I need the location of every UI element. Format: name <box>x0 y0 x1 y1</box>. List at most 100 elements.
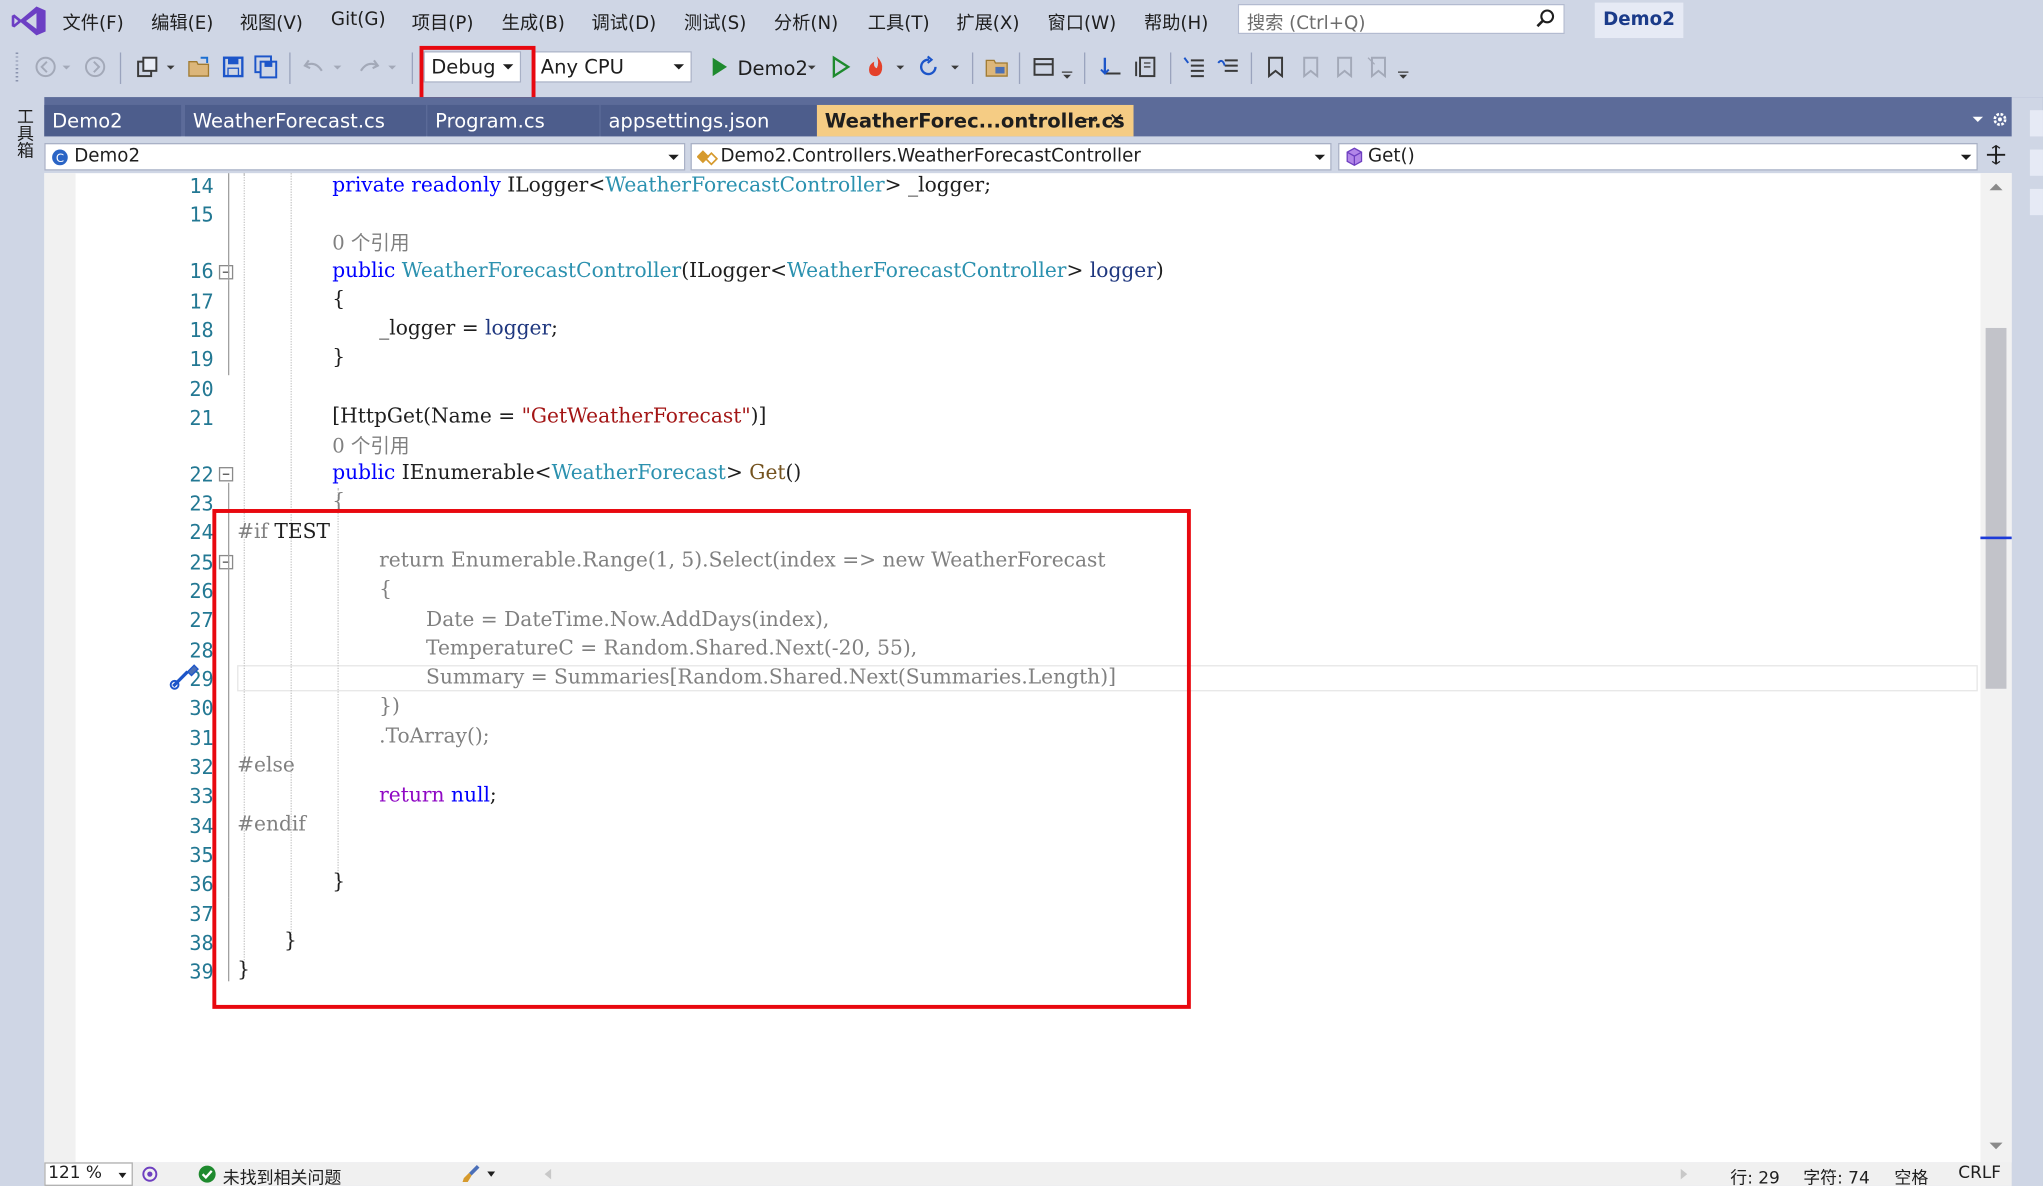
open-file-icon[interactable] <box>188 55 211 79</box>
menu-extensions[interactable]: 扩展(X) <box>956 9 1019 35</box>
new-project-icon[interactable] <box>136 55 159 79</box>
hot-reload-dropdown-icon[interactable] <box>894 55 907 79</box>
search-input[interactable]: 搜索 (Ctrl+Q) <box>1237 3 1565 34</box>
previous-bookmark-icon[interactable] <box>1298 55 1321 79</box>
quick-actions-screwdriver-icon[interactable] <box>169 661 200 690</box>
intellicode-icon[interactable] <box>141 1165 159 1183</box>
line-position[interactable]: 行: 29 <box>1730 1164 1780 1186</box>
restart-dropdown-icon[interactable] <box>949 55 962 79</box>
code-line-19[interactable]: } <box>332 345 345 369</box>
tab-weatherforecast-cs[interactable]: WeatherForecast.cs <box>185 104 427 137</box>
code-line-21[interactable]: [HttpGet(Name = "GetWeatherForecast")] <box>332 404 766 428</box>
menu-build[interactable]: 生成(B) <box>502 9 565 35</box>
step-into-icon[interactable] <box>1100 55 1123 79</box>
menu-analyze[interactable]: 分析(N) <box>774 9 838 35</box>
code-cleanup-brush-icon[interactable] <box>461 1164 482 1185</box>
menu-test[interactable]: 测试(S) <box>684 9 746 35</box>
type-token: WeatherForecastController <box>605 173 885 197</box>
menu-project[interactable]: 项目(P) <box>412 9 474 35</box>
pin-tab-icon[interactable]: ⊸ <box>1084 105 1098 136</box>
toolbox-tab-label[interactable]: 工具箱 <box>10 108 35 159</box>
team-explorer-tab[interactable] <box>2029 188 2043 216</box>
tab-program-cs[interactable]: Program.cs <box>427 104 600 137</box>
code-line-16[interactable]: public WeatherForecastController(ILogger… <box>332 258 1164 282</box>
save-all-icon[interactable] <box>254 55 278 79</box>
scroll-up-icon[interactable] <box>1988 181 2004 191</box>
back-dropdown-icon[interactable] <box>60 55 73 79</box>
tab-weatherforecastcontroller-cs[interactable]: WeatherForec...ontroller.cs ⊸ ✕ <box>816 104 1134 137</box>
tab-appsettings-json[interactable]: appsettings.json <box>600 104 820 137</box>
redo-icon[interactable] <box>357 55 380 79</box>
split-window-icon[interactable] <box>1986 144 2007 165</box>
scroll-left-icon[interactable] <box>544 1168 552 1180</box>
properties-tab[interactable] <box>2029 149 2043 176</box>
project-dropdown[interactable]: C Demo2 <box>44 142 686 171</box>
reference-count-codelens[interactable]: 0 个引用 <box>332 228 409 256</box>
toolbox-dock-strip[interactable]: 工具箱 <box>0 97 45 1186</box>
undo-icon[interactable] <box>302 55 325 79</box>
clear-bookmarks-icon[interactable] <box>1365 55 1388 79</box>
reference-count-codelens[interactable]: 0 个引用 <box>332 432 409 460</box>
startup-dropdown-icon[interactable] <box>805 55 818 79</box>
line-ending-mode[interactable]: CRLF <box>1958 1164 2001 1184</box>
whitespace-mode[interactable]: 空格 <box>1894 1164 1928 1186</box>
type-dropdown[interactable]: Demo2.Controllers.WeatherForecastControl… <box>690 142 1332 171</box>
new-dropdown-icon[interactable] <box>164 55 177 79</box>
collapse-region-toggle[interactable] <box>218 265 234 280</box>
menu-view[interactable]: 视图(V) <box>240 9 303 35</box>
menu-git[interactable]: Git(G) <box>331 9 386 30</box>
solution-name-badge[interactable]: Demo2 <box>1594 2 1684 39</box>
start-without-debugging-icon[interactable] <box>829 55 852 79</box>
redo-dropdown-icon[interactable] <box>386 55 399 79</box>
code-line-18[interactable]: _logger = logger; <box>379 316 558 340</box>
menu-edit[interactable]: 编辑(E) <box>151 9 213 35</box>
scrollbar-thumb[interactable] <box>1985 327 2007 689</box>
close-tab-icon[interactable]: ✕ <box>1109 105 1124 136</box>
scroll-right-icon[interactable] <box>1680 1168 1688 1180</box>
save-icon[interactable] <box>221 55 244 79</box>
toolbar-overflow-icon[interactable] <box>1397 55 1410 79</box>
right-dock-strip[interactable] <box>2011 97 2043 1186</box>
hot-reload-icon[interactable] <box>865 55 888 79</box>
solution-explorer-tab[interactable] <box>2029 110 2043 137</box>
next-bookmark-icon[interactable] <box>1332 55 1355 79</box>
no-issues-check-icon[interactable] <box>198 1165 216 1183</box>
code-line-14[interactable]: private readonly ILogger<WeatherForecast… <box>332 173 991 197</box>
restart-icon[interactable] <box>917 55 940 79</box>
indicator-margin[interactable] <box>44 173 76 1163</box>
uncomment-lines-icon[interactable] <box>1217 55 1240 79</box>
start-debugging-icon[interactable] <box>707 55 730 79</box>
bookmark-icon[interactable] <box>1264 55 1287 79</box>
navigate-back-icon[interactable] <box>34 55 57 79</box>
param-token: logger <box>1089 258 1156 283</box>
menu-debug[interactable]: 调试(D) <box>592 9 657 35</box>
code-line-17[interactable]: { <box>332 287 345 311</box>
layout-dropdown-icon[interactable] <box>1061 55 1074 79</box>
char-position[interactable]: 字符: 74 <box>1803 1164 1870 1186</box>
scroll-down-icon[interactable] <box>1988 1141 2004 1151</box>
tab-demo2[interactable]: Demo2 <box>44 104 182 137</box>
navigate-forward-icon[interactable] <box>83 55 106 79</box>
comment-lines-icon[interactable] <box>1183 55 1206 79</box>
code-line-22[interactable]: public IEnumerable<WeatherForecast> Get(… <box>332 460 801 484</box>
tab-list-dropdown-icon[interactable] <box>1970 113 1986 126</box>
start-debugging-button[interactable]: Demo2 <box>737 56 808 80</box>
undo-dropdown-icon[interactable] <box>331 55 344 79</box>
menu-tools[interactable]: 工具(T) <box>868 9 930 35</box>
vertical-scrollbar[interactable] <box>1980 173 2012 1163</box>
collapse-region-toggle[interactable] <box>218 467 234 482</box>
solution-platform-select[interactable]: Any CPU <box>532 51 692 83</box>
menu-help[interactable]: 帮助(H) <box>1144 9 1208 35</box>
member-dropdown[interactable]: Get() <box>1338 142 1978 171</box>
chevron-down-icon[interactable] <box>487 1171 496 1177</box>
window-layout-icon[interactable] <box>1032 55 1055 79</box>
issues-status-text[interactable]: 未找到相关问题 <box>223 1164 342 1186</box>
menu-file[interactable]: 文件(F) <box>63 9 124 35</box>
tab-settings-gear-icon[interactable] <box>1991 110 2009 128</box>
type-token: ILogger <box>507 173 589 197</box>
toolbar-grip[interactable] <box>15 52 19 84</box>
zoom-level-dropdown[interactable]: 121 % <box>44 1162 133 1186</box>
class-view-icon[interactable] <box>1134 55 1157 79</box>
browse-folder-icon[interactable] <box>985 55 1008 79</box>
menu-window[interactable]: 窗口(W) <box>1048 9 1117 35</box>
